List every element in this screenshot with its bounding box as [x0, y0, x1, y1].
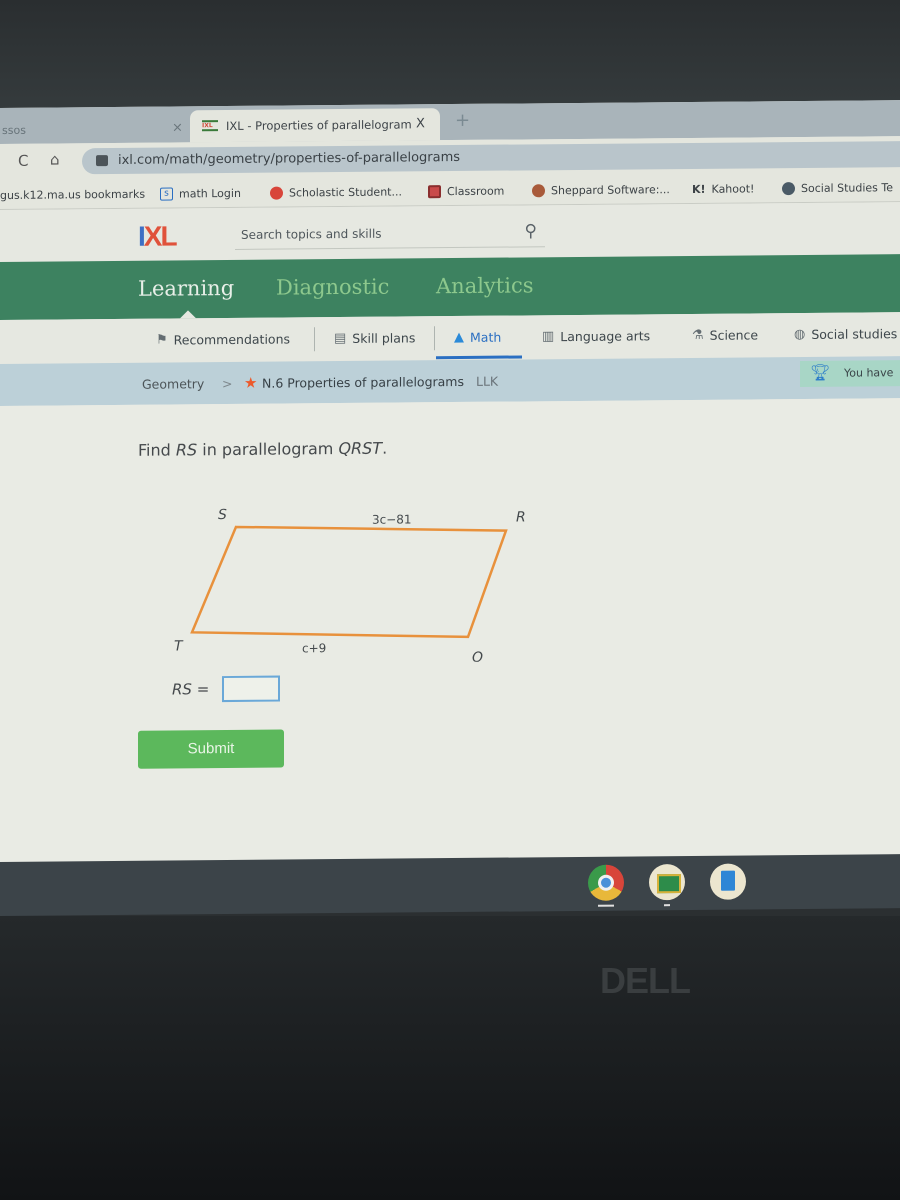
classroom-app-icon[interactable]	[649, 864, 685, 901]
sheppard-icon	[532, 184, 545, 198]
side-label-tq: c+9	[302, 641, 326, 655]
subnav-skill-plans[interactable]: ▤ Skill plans	[334, 330, 415, 346]
bookmark-folder[interactable]: gus.k12.ma.us bookmarks	[0, 188, 145, 202]
running-indicator	[598, 904, 614, 907]
skill-code: LLK	[476, 373, 499, 389]
bookmark-label: Sheppard Software:...	[551, 183, 670, 198]
vertex-r: R	[516, 509, 526, 525]
vertex-t: T	[174, 638, 184, 654]
bookmark-label: Social Studies Te	[801, 181, 894, 196]
new-tab-button[interactable]: +	[455, 110, 470, 131]
skill-plans-icon: ▤	[334, 330, 347, 347]
breadcrumb-separator: >	[222, 375, 233, 392]
bookmark-label: Kahoot!	[711, 182, 755, 196]
flask-icon: ⚗	[692, 327, 704, 343]
subnav-recommendations[interactable]: ⚑ Recommendations	[156, 331, 290, 347]
answer-input[interactable]	[222, 675, 280, 703]
bookmark-scholastic[interactable]: Scholastic Student...	[270, 185, 402, 200]
skill-title: N.6 Properties of parallelograms	[262, 373, 464, 391]
nav-analytics[interactable]: Analytics	[436, 273, 533, 298]
search-input[interactable]: Search topics and skills ⚲	[235, 221, 545, 250]
main-nav: Learning Diagnostic Analytics	[0, 254, 900, 320]
question-area: Find RS in parallelogram QRST. S R Q T 3…	[0, 398, 900, 868]
subnav-language-arts[interactable]: ▥ Language arts	[542, 328, 650, 344]
bookmark-social-studies[interactable]: Social Studies Te	[782, 181, 894, 196]
home-icon[interactable]: ⌂	[50, 150, 60, 168]
award-text: You have	[844, 366, 894, 380]
question-prompt: Find RS in parallelogram QRST.	[138, 438, 388, 460]
bookmark-label: Scholastic Student...	[289, 185, 402, 200]
globe-icon	[782, 182, 795, 196]
bookmark-kahoot[interactable]: K! Kahoot!	[692, 182, 754, 196]
vertex-s: S	[218, 507, 227, 523]
nav-learning[interactable]: Learning	[138, 276, 234, 301]
divider	[314, 327, 315, 352]
tab-active[interactable]: IXL IXL - Properties of parallelogram X	[190, 108, 440, 143]
ixl-logo[interactable]: IXL	[138, 220, 176, 252]
parallelogram-diagram: S R Q T 3c−81 c+9	[174, 507, 526, 665]
search-placeholder: Search topics and skills	[241, 226, 382, 242]
bookmark-sheppard[interactable]: Sheppard Software:...	[532, 183, 670, 198]
dell-logo: DELL	[600, 960, 691, 1001]
tab-title: IXL - Properties of parallelogram	[226, 117, 412, 134]
address-bar[interactable]: ixl.com/math/geometry/properties-of-para…	[82, 141, 900, 175]
close-icon[interactable]: X	[416, 116, 425, 131]
running-indicator	[664, 904, 670, 907]
close-icon[interactable]: ×	[172, 120, 183, 135]
subnav-science[interactable]: ⚗ Science	[692, 327, 758, 343]
submit-button[interactable]: Submit	[138, 729, 284, 769]
active-nav-caret	[180, 310, 196, 319]
nav-diagnostic[interactable]: Diagnostic	[276, 275, 389, 300]
side-label-sr: 3c−81	[372, 512, 412, 526]
docs-app-icon[interactable]	[710, 863, 746, 900]
subnav-social-studies[interactable]: ◍ Social studies	[794, 326, 897, 342]
bookmark-classroom[interactable]: Classroom	[428, 185, 504, 199]
vertex-q: Q	[472, 650, 483, 665]
bookmark-label: gus.k12.ma.us bookmarks	[0, 187, 146, 202]
browser-window: ssos × IXL IXL - Properties of parallelo…	[0, 100, 900, 869]
classroom-icon	[428, 185, 441, 199]
search-icon[interactable]: ⚲	[525, 221, 537, 241]
chrome-app-icon[interactable]	[588, 864, 624, 901]
ixl-favicon-icon: IXL	[202, 120, 218, 132]
reload-icon[interactable]: C	[18, 152, 28, 170]
award-badge[interactable]: 🏆︎ You have	[800, 360, 900, 388]
monitor-bezel-top	[0, 0, 900, 110]
os-shelf	[0, 854, 900, 916]
book-icon: ▥	[542, 329, 555, 345]
s-icon: s	[160, 187, 173, 201]
monitor-bezel-bottom	[0, 916, 900, 1200]
divider	[434, 326, 435, 351]
bookmark-label: Classroom	[447, 184, 505, 199]
star-icon: ★	[244, 373, 258, 392]
answer-label: RS =	[172, 680, 210, 699]
site-info-icon[interactable]	[96, 155, 108, 167]
math-pyramid-icon: ▲	[454, 329, 464, 346]
recommendations-icon: ⚑	[156, 332, 168, 348]
bookmark-label: math Login	[179, 186, 241, 201]
tab-title: ssos	[2, 123, 26, 137]
subject-nav: ⚑ Recommendations ▤ Skill plans ▲ Math ▥…	[0, 312, 900, 364]
parallelogram-qrst	[190, 525, 508, 639]
breadcrumb-geometry[interactable]: Geometry	[142, 376, 204, 392]
url-text[interactable]: ixl.com/math/geometry/properties-of-para…	[118, 150, 460, 168]
bookmark-math-login[interactable]: s math Login	[160, 187, 241, 201]
subnav-math[interactable]: ▲ Math	[454, 330, 501, 345]
trophy-icon: 🏆︎	[810, 362, 831, 382]
red-circle-icon	[270, 186, 283, 200]
tab-inactive[interactable]: ssos ×	[0, 112, 190, 144]
globe-icon: ◍	[794, 326, 806, 343]
ixl-header: IXL Search topics and skills ⚲	[0, 202, 900, 262]
kahoot-icon: K!	[692, 182, 706, 196]
